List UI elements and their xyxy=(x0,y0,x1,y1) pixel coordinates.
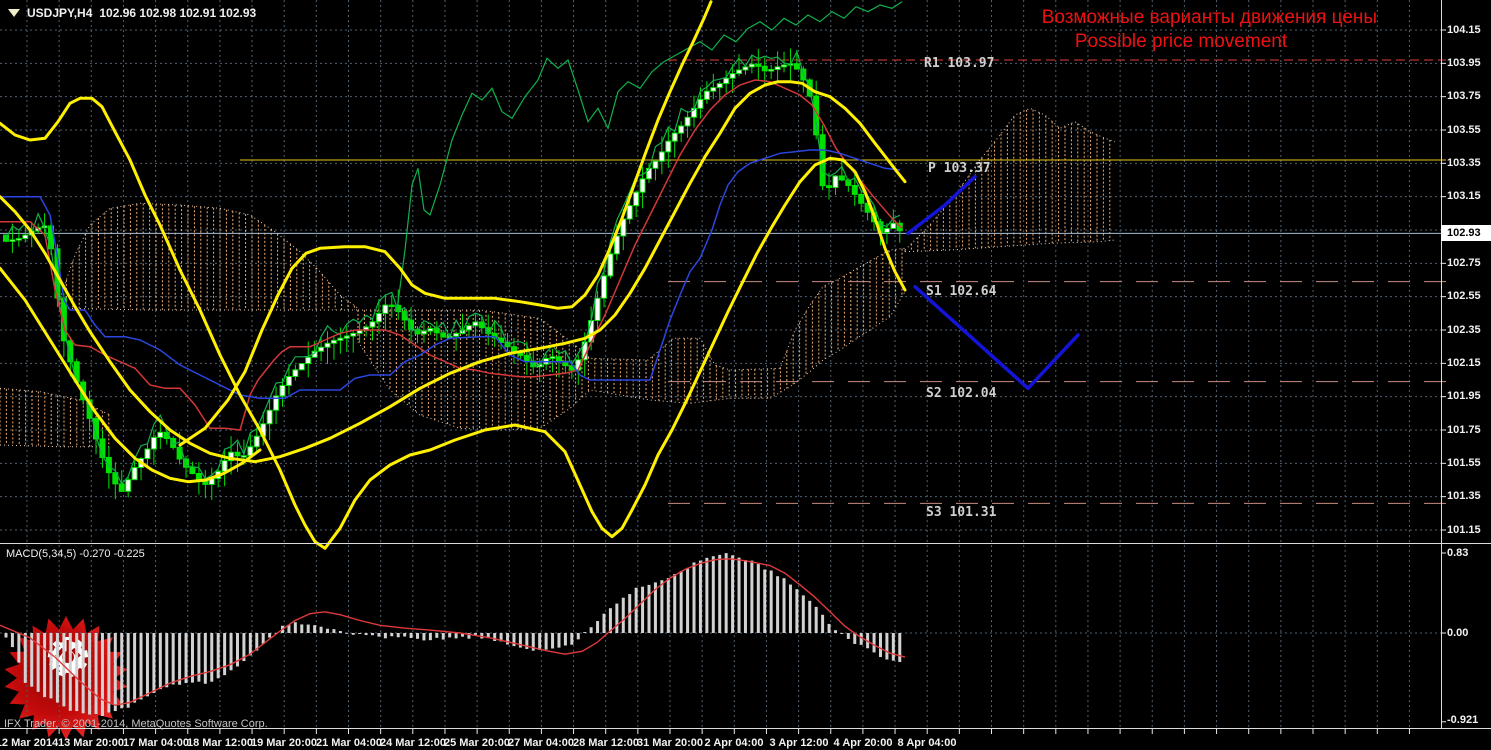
candles xyxy=(3,48,903,500)
ichimoku-cloud xyxy=(0,107,1116,448)
trading-terminal-chart: InstaForex USDJPY,H4 102.96 102.98 102.9… xyxy=(0,0,1491,750)
bollinger-bands xyxy=(0,0,907,550)
macd-pane xyxy=(0,553,906,716)
forecast-arrows xyxy=(906,174,1080,391)
green-zigzag-line xyxy=(5,49,901,485)
kijun-line xyxy=(0,149,901,400)
pivot-lines xyxy=(240,59,1446,504)
chart-canvas[interactable] xyxy=(0,0,1491,750)
